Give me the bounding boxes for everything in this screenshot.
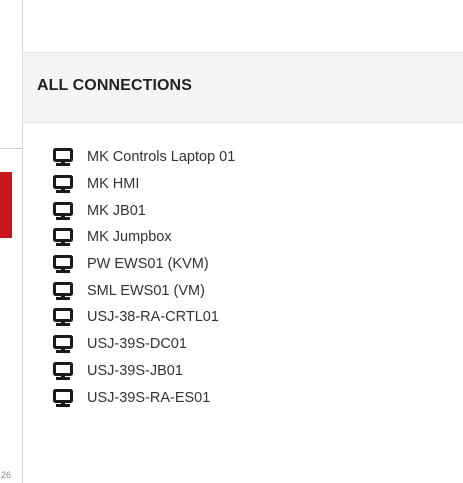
desktop-icon: [53, 361, 73, 380]
connection-label: MK Jumpbox: [87, 229, 172, 246]
connections-panel: ALL CONNECTIONS MK Controls Laptop 01 MK…: [23, 0, 463, 483]
connection-item[interactable]: USJ-38-RA-CRTL01: [53, 304, 235, 331]
panel-header: ALL CONNECTIONS: [23, 53, 463, 123]
desktop-icon: [53, 228, 73, 247]
page: 26 ALL CONNECTIONS MK Controls Laptop 01…: [0, 0, 463, 483]
desktop-icon: [53, 255, 73, 274]
left-sidebar-fragment: [0, 0, 23, 483]
connection-label: USJ-39S-RA-ES01: [87, 389, 211, 406]
connection-label: PW EWS01 (KVM): [87, 256, 209, 273]
connection-item[interactable]: MK Controls Laptop 01: [53, 144, 235, 171]
desktop-icon: [53, 335, 73, 354]
left-sidebar-divider: [0, 148, 22, 149]
desktop-icon: [53, 201, 73, 220]
panel-title: ALL CONNECTIONS: [37, 77, 192, 94]
desktop-icon: [53, 148, 73, 167]
desktop-icon: [53, 281, 73, 300]
connection-label: MK JB01: [87, 202, 146, 219]
connection-label: USJ-39S-JB01: [87, 362, 183, 379]
connection-item[interactable]: USJ-39S-JB01: [53, 358, 235, 385]
connection-label: MK Controls Laptop 01: [87, 149, 236, 166]
connection-label: USJ-38-RA-CRTL01: [87, 309, 219, 326]
connection-item[interactable]: MK HMI: [53, 171, 235, 198]
left-sidebar-active-indicator: [0, 172, 12, 238]
connection-item[interactable]: USJ-39S-DC01: [53, 331, 235, 358]
connection-item[interactable]: SML EWS01 (VM): [53, 277, 235, 304]
connection-item[interactable]: MK Jumpbox: [53, 224, 235, 251]
connection-list: MK Controls Laptop 01 MK HMI MK JB01 MK …: [53, 144, 235, 411]
connection-label: USJ-39S-DC01: [87, 336, 187, 353]
left-sidebar-text-fragment: 26: [1, 470, 12, 480]
desktop-icon: [53, 175, 73, 194]
connection-label: MK HMI: [87, 176, 140, 193]
connection-label: SML EWS01 (VM): [87, 282, 205, 299]
connection-item[interactable]: USJ-39S-RA-ES01: [53, 384, 235, 411]
panel-top-bar: [23, 0, 463, 53]
connection-item[interactable]: PW EWS01 (KVM): [53, 251, 235, 278]
desktop-icon: [53, 388, 73, 407]
desktop-icon: [53, 308, 73, 327]
connection-item[interactable]: MK JB01: [53, 197, 235, 224]
